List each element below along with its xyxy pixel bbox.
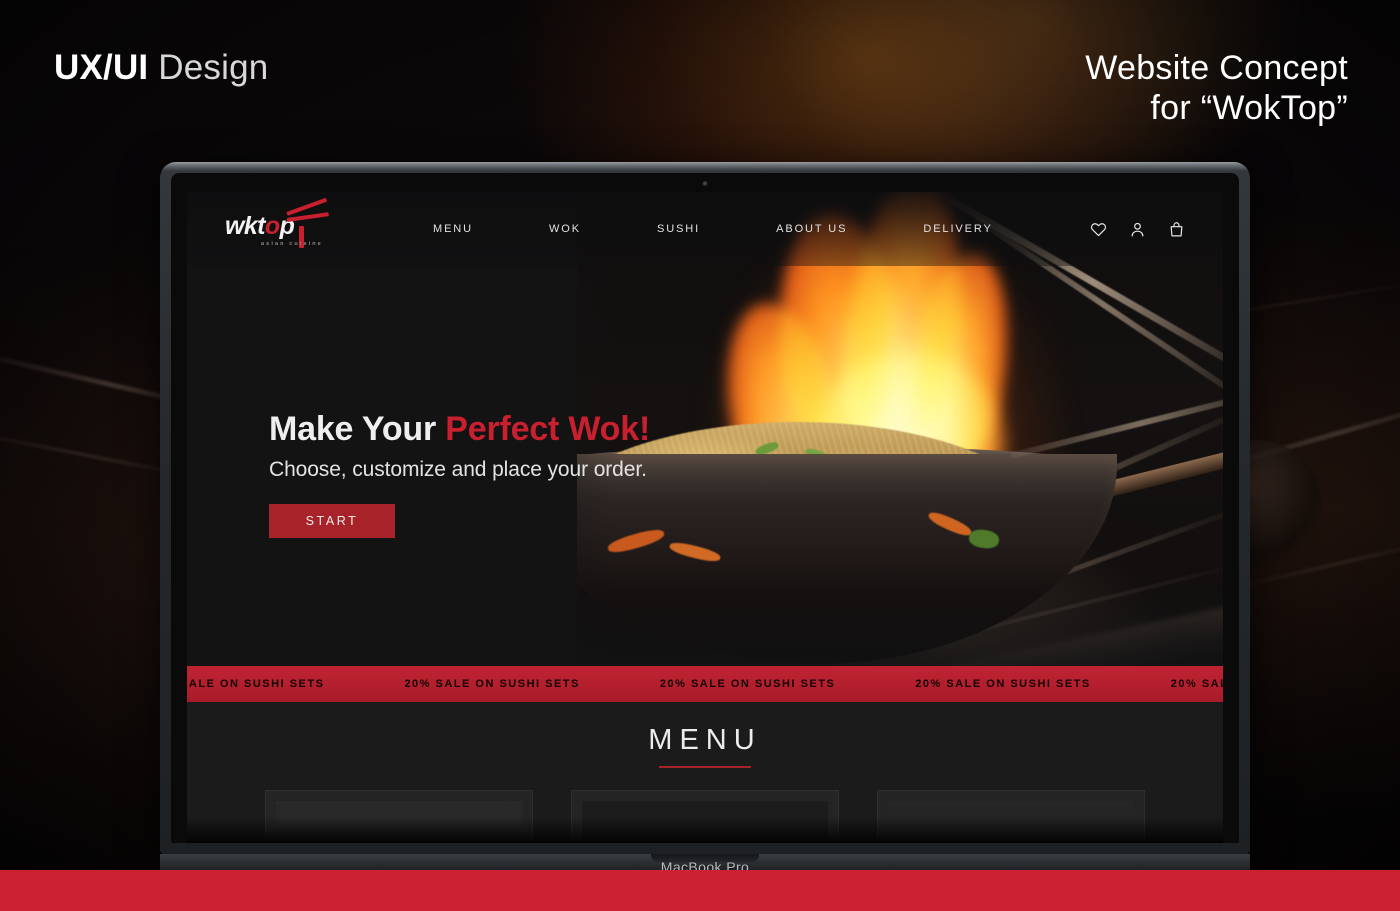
poster-title-left: UX/UI Design	[54, 48, 268, 88]
heart-icon[interactable]	[1090, 221, 1107, 238]
webcam-icon	[702, 181, 708, 186]
nav-item-about-us[interactable]: ABOUT US	[738, 223, 885, 235]
website-viewport: wktop asian cuisine MENU WOK SUSHI ABOUT…	[187, 192, 1223, 843]
laptop-mockup: wktop asian cuisine MENU WOK SUSHI ABOUT…	[160, 162, 1250, 880]
logo-text-o: o	[264, 212, 280, 240]
hero-gradient-bottom	[187, 570, 1223, 680]
hero-subheadline: Choose, customize and place your order.	[269, 458, 647, 481]
header-icon-group	[1090, 221, 1185, 238]
poster-title-left-strong: UX/UI	[54, 48, 149, 87]
poster-title-right: Website Concept for “WokTop”	[1085, 48, 1348, 128]
bag-icon[interactable]	[1168, 221, 1185, 238]
marquee-item: 20% SALE ON SUSHI SETS	[404, 678, 580, 690]
marquee-item: 20% SALE ON SUSHI SETS	[187, 678, 325, 690]
logo-wordmark: wktop	[225, 212, 295, 241]
marquee-item: 20% SALE ON SUSHI SETS	[659, 678, 836, 690]
hero-headline: Make Your Perfect Wok!	[269, 410, 650, 449]
marquee-track: 20% SALE ON SUSHI SETS 20% SALE ON SUSHI…	[187, 678, 1223, 690]
nav-item-wok[interactable]: WOK	[511, 223, 619, 235]
nav-item-delivery[interactable]: DELIVERY	[885, 223, 1030, 235]
site-header: wktop asian cuisine MENU WOK SUSHI ABOUT…	[187, 192, 1223, 266]
marquee-item: 20% SALE ON SUSHI SETS	[915, 678, 1091, 690]
poster-title-left-light: Design	[148, 48, 269, 87]
user-icon[interactable]	[1129, 221, 1146, 238]
site-logo[interactable]: wktop asian cuisine	[225, 197, 337, 252]
marquee-item: 20% SALE ON SUSHI SETS	[1170, 678, 1223, 690]
screen-bottom-fade	[187, 817, 1223, 843]
laptop-screen: wktop asian cuisine MENU WOK SUSHI ABOUT…	[187, 192, 1223, 843]
poster-title-right-line1: Website Concept	[1085, 49, 1348, 87]
nav-item-menu[interactable]: MENU	[395, 223, 511, 235]
hero-headline-accent: Perfect Wok!	[445, 410, 651, 448]
menu-title-wrap: MENU	[187, 702, 1223, 768]
hero-headline-plain: Make Your	[269, 410, 446, 448]
bottom-accent-band	[0, 870, 1400, 911]
logo-text-b: kt	[243, 212, 266, 240]
main-navigation: MENU WOK SUSHI ABOUT US DELIVERY	[395, 223, 1031, 235]
hero-copy: Make Your Perfect Wok! Choose, customize…	[269, 410, 650, 538]
laptop-bezel: wktop asian cuisine MENU WOK SUSHI ABOUT…	[171, 173, 1239, 843]
menu-section-title: MENU	[648, 724, 762, 756]
laptop-notch	[651, 854, 759, 862]
logo-text-a: w	[225, 212, 244, 240]
promo-marquee: 20% SALE ON SUSHI SETS 20% SALE ON SUSHI…	[187, 666, 1223, 702]
poster-title-right-line2: for “WokTop”	[1150, 89, 1348, 128]
nav-item-sushi[interactable]: SUSHI	[619, 223, 738, 235]
start-button[interactable]: START	[269, 504, 395, 538]
logo-tagline: asian cuisine	[261, 241, 323, 247]
laptop-lid: wktop asian cuisine MENU WOK SUSHI ABOUT…	[160, 162, 1250, 854]
